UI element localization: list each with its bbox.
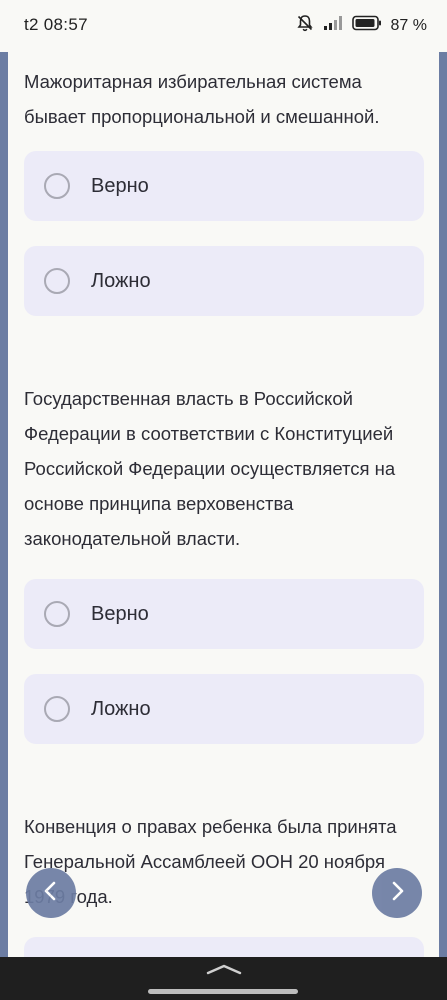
question-text: Мажоритарная избирательная система бывае…: [24, 71, 380, 127]
answer-option-true[interactable]: Верно: [24, 579, 424, 649]
radio-button[interactable]: [44, 601, 70, 627]
radio-button[interactable]: [44, 696, 70, 722]
previous-question-button[interactable]: [26, 868, 76, 918]
bottom-navigation-bar: [0, 957, 447, 1000]
next-question-button[interactable]: [372, 868, 422, 918]
answer-option-false[interactable]: Ложно: [24, 246, 424, 316]
option-label: Ложно: [91, 269, 151, 292]
bell-off-icon: [296, 14, 314, 37]
question-block: Мажоритарная избирательная система бывае…: [24, 52, 424, 316]
radio-button[interactable]: [44, 173, 70, 199]
battery-icon: [351, 15, 382, 36]
question-block: Государственная власть в Российской Феде…: [24, 381, 424, 744]
status-bar: t2 08:57 87 %: [0, 0, 447, 52]
answer-option-false[interactable]: Ложно: [24, 674, 424, 744]
chevron-right-icon: [387, 880, 407, 907]
right-accent-bar: [439, 52, 447, 957]
radio-button[interactable]: [44, 268, 70, 294]
status-time: t2 08:57: [24, 15, 88, 34]
question-text: Государственная власть в Российской Феде…: [24, 388, 396, 549]
home-gesture-handle[interactable]: [148, 989, 298, 994]
battery-percent: 87 %: [390, 16, 427, 34]
chevron-left-icon: [41, 880, 61, 907]
option-label: Верно: [91, 602, 149, 625]
option-label: Верно: [91, 174, 149, 197]
quiz-content: Мажоритарная избирательная система бывае…: [24, 52, 424, 1000]
answer-option-true[interactable]: Верно: [24, 151, 424, 221]
question-text: Конвенция о правах ребенка была принята …: [24, 816, 397, 907]
status-icons: 87 %: [296, 14, 427, 37]
signal-icon: [323, 15, 343, 36]
chevron-up-icon[interactable]: [204, 962, 244, 981]
screen: t2 08:57 87 % Мажоритарная избирательная…: [0, 0, 447, 1000]
option-label: Ложно: [91, 697, 151, 720]
left-accent-bar: [0, 52, 8, 957]
